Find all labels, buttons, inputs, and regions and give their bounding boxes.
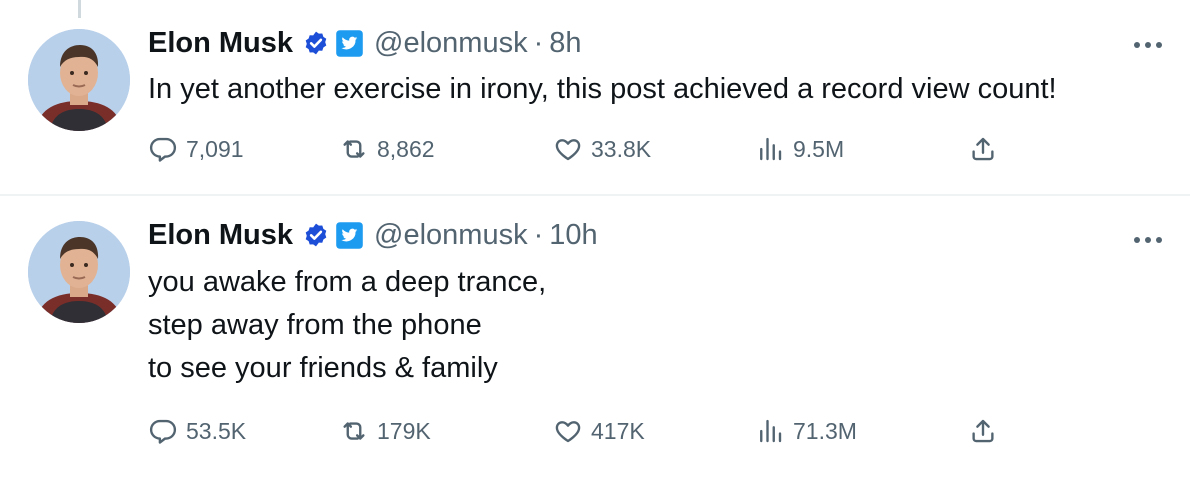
tweet-actions: 7,091 8,862 33.8K 9.5M <box>148 132 1028 166</box>
retweet-count: 8,862 <box>377 135 435 162</box>
tweet[interactable]: Elon Musk @elonmusk · 10h you awake from… <box>0 196 1190 478</box>
reply-icon <box>149 419 177 444</box>
like-count: 417K <box>591 417 645 444</box>
verified-badge-icon <box>303 222 329 248</box>
like-count: 33.8K <box>591 135 652 162</box>
reply-count: 7,091 <box>186 135 244 162</box>
tweet-text-line: In yet another exercise in irony, this p… <box>148 73 1057 105</box>
avatar[interactable] <box>28 29 130 131</box>
heart-icon <box>555 421 581 443</box>
twitter-bird-badge-icon <box>335 29 364 58</box>
tweet-text: In yet another exercise in irony, this p… <box>148 68 1168 111</box>
tweet[interactable]: Elon Musk @elonmusk · 8h In yet another … <box>0 0 1190 194</box>
like-button[interactable]: 33.8K <box>553 132 651 166</box>
share-icon <box>972 137 994 161</box>
retweet-icon <box>343 140 365 158</box>
view-count: 71.3M <box>793 417 857 444</box>
share-button[interactable] <box>968 414 998 448</box>
tweet-actions: 53.5K 179K 417K 71.3M <box>148 414 1028 448</box>
tweet-text: you awake from a deep trance, step away … <box>148 261 1168 390</box>
reply-icon <box>149 137 177 162</box>
avatar[interactable] <box>28 221 130 323</box>
tweet-header: Elon Musk @elonmusk · 10h <box>148 218 598 252</box>
view-count: 9.5M <box>793 135 845 162</box>
views-chart-icon <box>760 137 782 161</box>
more-options-icon[interactable] <box>1134 38 1168 52</box>
tweet-header: Elon Musk @elonmusk · 8h <box>148 26 582 60</box>
author-name[interactable]: Elon Musk <box>148 219 293 252</box>
retweet-button[interactable]: 8,862 <box>339 132 435 166</box>
verified-badge-icon <box>303 30 329 56</box>
retweet-count: 179K <box>377 417 431 444</box>
author-handle[interactable]: @elonmusk <box>374 219 528 252</box>
author-handle[interactable]: @elonmusk <box>374 27 528 60</box>
retweet-button[interactable]: 179K <box>339 414 431 448</box>
heart-icon <box>555 139 581 161</box>
tweet-text-line: you awake from a deep trance, <box>148 266 547 298</box>
reply-count: 53.5K <box>186 417 247 444</box>
views-chart-icon <box>760 419 782 443</box>
reply-button[interactable]: 7,091 <box>148 132 244 166</box>
tweet-timestamp[interactable]: 10h <box>549 219 597 252</box>
views-button[interactable]: 71.3M <box>755 414 857 448</box>
views-button[interactable]: 9.5M <box>755 132 844 166</box>
tweet-timestamp[interactable]: 8h <box>549 27 581 60</box>
separator-dot: · <box>533 26 544 59</box>
twitter-bird-badge-icon <box>335 221 364 250</box>
more-options-icon[interactable] <box>1134 233 1168 247</box>
share-button[interactable] <box>968 132 998 166</box>
share-icon <box>972 419 994 443</box>
tweet-text-line: to see your friends & family <box>148 352 498 384</box>
retweet-icon <box>343 422 365 440</box>
tweet-text-line: step away from the phone <box>148 309 482 341</box>
reply-button[interactable]: 53.5K <box>148 414 246 448</box>
author-name[interactable]: Elon Musk <box>148 27 293 60</box>
like-button[interactable]: 417K <box>553 414 645 448</box>
separator-dot: · <box>533 218 544 251</box>
